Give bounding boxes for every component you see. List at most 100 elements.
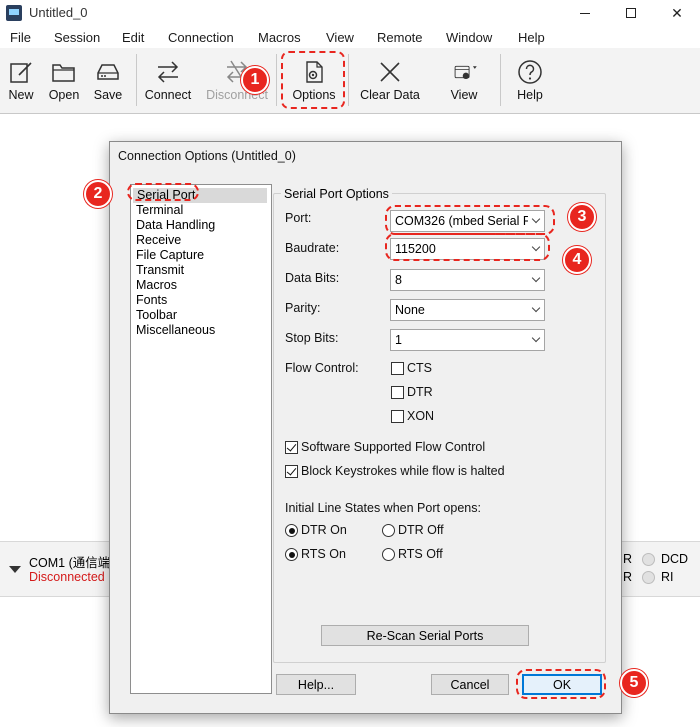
options-highlight: [281, 51, 345, 109]
menu-edit[interactable]: Edit: [122, 30, 144, 45]
folder-icon: [50, 58, 78, 86]
software-flow-checkbox[interactable]: [285, 441, 298, 454]
software-flow-label: Software Supported Flow Control: [301, 440, 486, 454]
status-port: COM1 (通信端: [29, 556, 111, 570]
dtr-on-radio[interactable]: [285, 524, 298, 537]
toolbar-divider: [276, 54, 277, 106]
tree-item-receive[interactable]: Receive: [136, 233, 181, 248]
port-highlight: [385, 205, 555, 235]
status-connection: Disconnected: [29, 570, 105, 584]
tree-item-transmit[interactable]: Transmit: [136, 263, 184, 278]
tree-item-data-handling[interactable]: Data Handling: [136, 218, 215, 233]
callout-badge-4: 4: [563, 246, 591, 274]
menu-macros[interactable]: Macros: [258, 30, 301, 45]
menu-session[interactable]: Session: [54, 30, 100, 45]
clear-data-label: Clear Data: [360, 88, 420, 102]
help-button[interactable]: Help: [508, 48, 552, 110]
databits-select[interactable]: 8: [390, 269, 545, 291]
serial-port-highlight: [127, 183, 199, 201]
chevron-down-icon: [528, 273, 544, 283]
collapse-arrow-icon[interactable]: [9, 566, 21, 573]
parity-label: Parity:: [285, 301, 321, 315]
dtr-label: DTR: [407, 385, 433, 399]
dtr-off-label: DTR Off: [398, 523, 444, 537]
rts-on-radio[interactable]: [285, 548, 298, 561]
xon-label: XON: [407, 409, 435, 423]
close-button[interactable]: ✕: [654, 0, 700, 26]
xon-checkbox[interactable]: [391, 410, 404, 423]
menu-window[interactable]: Window: [446, 30, 492, 45]
stopbits-label: Stop Bits:: [285, 331, 339, 345]
view-label: View: [450, 88, 478, 102]
tree-item-miscellaneous[interactable]: Miscellaneous: [136, 323, 215, 338]
view-button[interactable]: View: [436, 48, 492, 110]
minimize-button[interactable]: [562, 0, 608, 26]
category-tree[interactable]: Serial Port Terminal Data Handling Recei…: [130, 184, 272, 694]
ri-label: RI: [661, 570, 674, 584]
ok-highlight: [516, 669, 606, 699]
callout-badge-3: 3: [568, 203, 596, 231]
menu-help[interactable]: Help: [518, 30, 545, 45]
stopbits-select[interactable]: 1: [390, 329, 545, 351]
baudrate-label: Baudrate:: [285, 241, 340, 255]
baudrate-highlight: [385, 233, 550, 261]
help-question-icon: [516, 58, 544, 86]
stopbits-value: 1: [395, 333, 402, 347]
dcd-led-icon: [642, 553, 655, 566]
dtr-checkbox[interactable]: [391, 386, 404, 399]
menu-view[interactable]: View: [326, 30, 354, 45]
toolbar-divider: [136, 54, 137, 106]
parity-value: None: [395, 303, 425, 317]
databits-label: Data Bits:: [285, 271, 340, 285]
new-button[interactable]: New: [2, 48, 40, 110]
tree-item-terminal[interactable]: Terminal: [136, 203, 183, 218]
menu-connection[interactable]: Connection: [168, 30, 234, 45]
view-window-icon: [450, 58, 478, 86]
chevron-down-icon: [528, 303, 544, 313]
app-icon: [6, 5, 22, 21]
maximize-icon: [626, 8, 636, 18]
dtr-off-radio[interactable]: [382, 524, 395, 537]
cts-checkbox[interactable]: [391, 362, 404, 375]
rts-off-label: RTS Off: [398, 547, 443, 561]
open-button[interactable]: Open: [44, 48, 84, 110]
rts-off-radio[interactable]: [382, 548, 395, 561]
rts-on-label: RTS On: [301, 547, 346, 561]
minimize-icon: [580, 12, 590, 14]
menu-remote[interactable]: Remote: [377, 30, 423, 45]
callout-badge-1: 1: [241, 66, 269, 94]
menu-file[interactable]: File: [10, 30, 31, 45]
line-states-label: Initial Line States when Port opens:: [285, 501, 481, 515]
group-title: Serial Port Options: [281, 187, 392, 201]
connect-button[interactable]: Connect: [140, 48, 196, 110]
parity-select[interactable]: None: [390, 299, 545, 321]
tree-item-toolbar[interactable]: Toolbar: [136, 308, 177, 323]
tree-item-fonts[interactable]: Fonts: [136, 293, 167, 308]
databits-value: 8: [395, 273, 402, 287]
dialog-help-button[interactable]: Help...: [276, 674, 356, 695]
toolbar-divider: [348, 54, 349, 106]
block-keystrokes-label: Block Keystrokes while flow is halted: [301, 464, 505, 478]
maximize-button[interactable]: [608, 0, 654, 26]
toolbar-divider: [500, 54, 501, 106]
cancel-button[interactable]: Cancel: [431, 674, 509, 695]
tree-item-macros[interactable]: Macros: [136, 278, 177, 293]
save-drive-icon: [94, 58, 122, 86]
chevron-down-icon: [528, 333, 544, 343]
connect-label: Connect: [144, 88, 192, 102]
tree-item-file-capture[interactable]: File Capture: [136, 248, 204, 263]
clear-data-button[interactable]: Clear Data: [356, 48, 424, 110]
connect-arrows-icon: [154, 58, 182, 86]
window-title: Untitled_0: [29, 5, 88, 20]
clear-x-icon: [376, 58, 404, 86]
dtr-on-label: DTR On: [301, 523, 347, 537]
close-icon: ✕: [671, 4, 683, 21]
serial-port-options-group: [273, 193, 606, 663]
flow-control-label: Flow Control:: [285, 361, 359, 375]
dialog-title: Connection Options (Untitled_0): [118, 149, 296, 163]
status-signal-label: R: [623, 570, 633, 584]
block-keystrokes-checkbox[interactable]: [285, 465, 298, 478]
new-label: New: [8, 88, 34, 102]
save-button[interactable]: Save: [88, 48, 128, 110]
rescan-ports-button[interactable]: Re-Scan Serial Ports: [321, 625, 529, 646]
